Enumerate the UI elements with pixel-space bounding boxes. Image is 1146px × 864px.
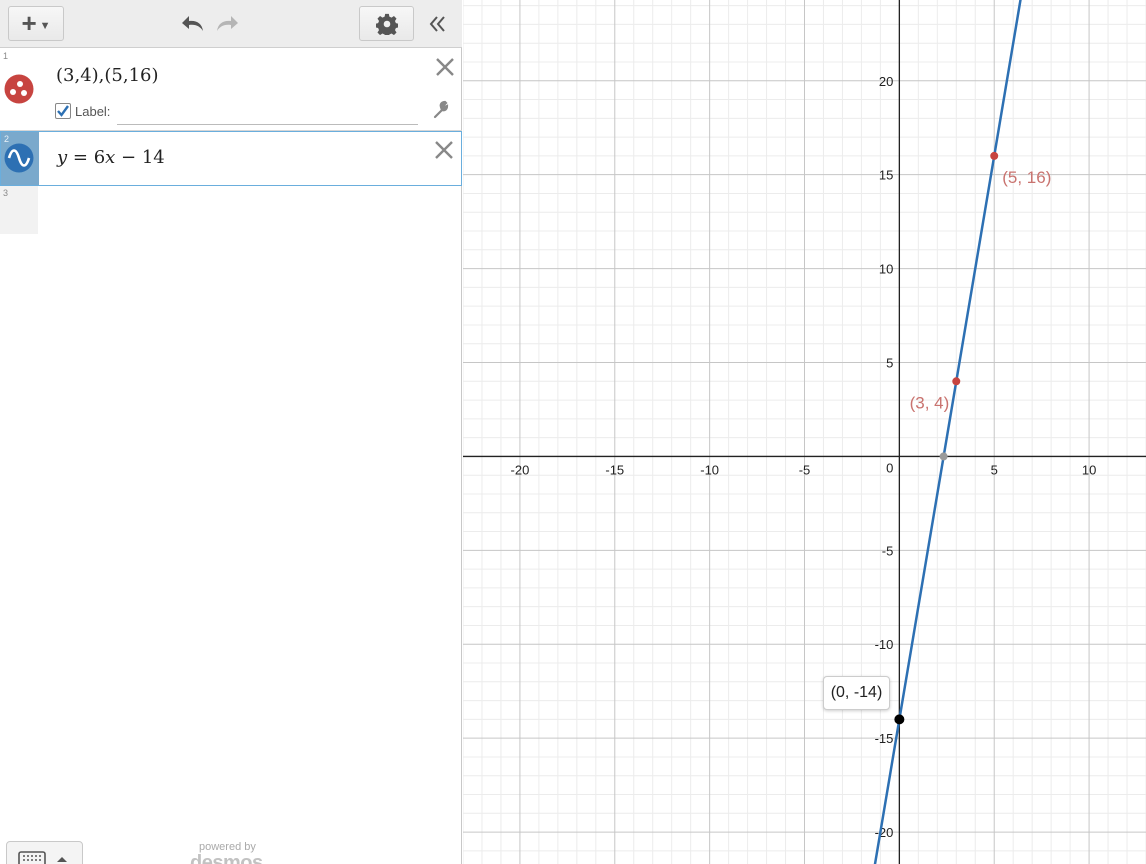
desmos-logo[interactable]: desmos — [190, 852, 263, 864]
expression-row-2[interactable]: 2 y = 6x − 14 — [0, 131, 462, 186]
points-icon[interactable] — [4, 74, 34, 109]
delete-expression-button[interactable] — [434, 56, 456, 78]
origin-label: 0 — [886, 460, 893, 475]
expression-row-1[interactable]: 1 (3,4),(5,16) Label: — [0, 49, 462, 131]
expression-row-3[interactable]: 3 — [0, 186, 462, 234]
label-option: Label: — [55, 103, 418, 125]
delete-expression-button[interactable] — [433, 139, 455, 161]
major-gridlines — [463, 0, 1146, 864]
expression-input[interactable]: (3,4),(5,16) — [56, 65, 159, 86]
y-tick-label: -10 — [875, 637, 894, 652]
plotted-items: (3, 4) (5, 16) — [873, 0, 1051, 864]
row-number: 1 — [3, 51, 9, 61]
point-coordinate-tooltip: (0, -14) — [823, 676, 890, 710]
y-tick-label: -15 — [875, 731, 894, 746]
x-intercept-point — [939, 452, 948, 461]
y-tick-label: 5 — [886, 356, 893, 371]
expression-input[interactable]: y = 6x − 14 — [57, 147, 165, 168]
label-text-input[interactable] — [117, 109, 418, 125]
x-tick-label: -10 — [700, 462, 719, 477]
caret-down-icon: ▼ — [39, 19, 51, 32]
graph-canvas[interactable]: -20 -15 -10 -5 5 10 20 15 10 5 -5 -10 -15 -20 0 (3, 4)… — [462, 0, 1146, 864]
checkmark-icon — [57, 105, 69, 117]
keyboard-toggle-button[interactable] — [6, 841, 83, 864]
point-label: (3, 4) — [910, 393, 950, 412]
y-tick-label: -20 — [875, 825, 894, 840]
label-checkbox[interactable] — [55, 103, 71, 119]
undo-icon[interactable] — [179, 10, 209, 38]
wrench-icon[interactable] — [432, 100, 452, 125]
y-tick-label: -5 — [882, 543, 894, 558]
expression-list-panel: + ▼ 1 (3,4),(5,16) Label: 2 y = 6x − 14 … — [0, 0, 462, 864]
settings-button[interactable] — [359, 6, 414, 41]
point-marker — [952, 377, 961, 386]
y-tick-label: 20 — [879, 74, 893, 89]
gear-icon — [375, 13, 398, 35]
row-number: 3 — [3, 188, 9, 198]
x-tick-label: 10 — [1082, 462, 1096, 477]
label-toggle-text: Label: — [75, 103, 111, 119]
redo-icon[interactable] — [211, 10, 241, 38]
wave-icon[interactable] — [4, 143, 34, 178]
expression-toolbar: + ▼ — [0, 0, 462, 48]
keyboard-icon — [18, 851, 67, 864]
x-tick-label: -20 — [511, 462, 530, 477]
x-tick-label: -15 — [605, 462, 624, 477]
point-label: (5, 16) — [1002, 168, 1051, 187]
y-tick-label: 10 — [879, 262, 893, 277]
double-chevron-left-icon — [429, 16, 445, 32]
x-tick-label: -5 — [799, 462, 811, 477]
x-tick-label: 5 — [991, 462, 998, 477]
plus-icon: + — [21, 8, 37, 38]
y-intercept-point — [894, 714, 905, 725]
close-icon — [436, 58, 454, 76]
close-icon — [435, 141, 453, 159]
point-marker — [990, 151, 999, 160]
add-item-button[interactable]: + ▼ — [8, 6, 64, 41]
collapse-panel-button[interactable] — [423, 10, 453, 38]
graph-paper[interactable]: -20 -15 -10 -5 5 10 20 15 10 5 -5 -10 -15 -20 0 (3, 4)… — [462, 0, 1146, 864]
y-tick-label: 15 — [879, 168, 893, 183]
